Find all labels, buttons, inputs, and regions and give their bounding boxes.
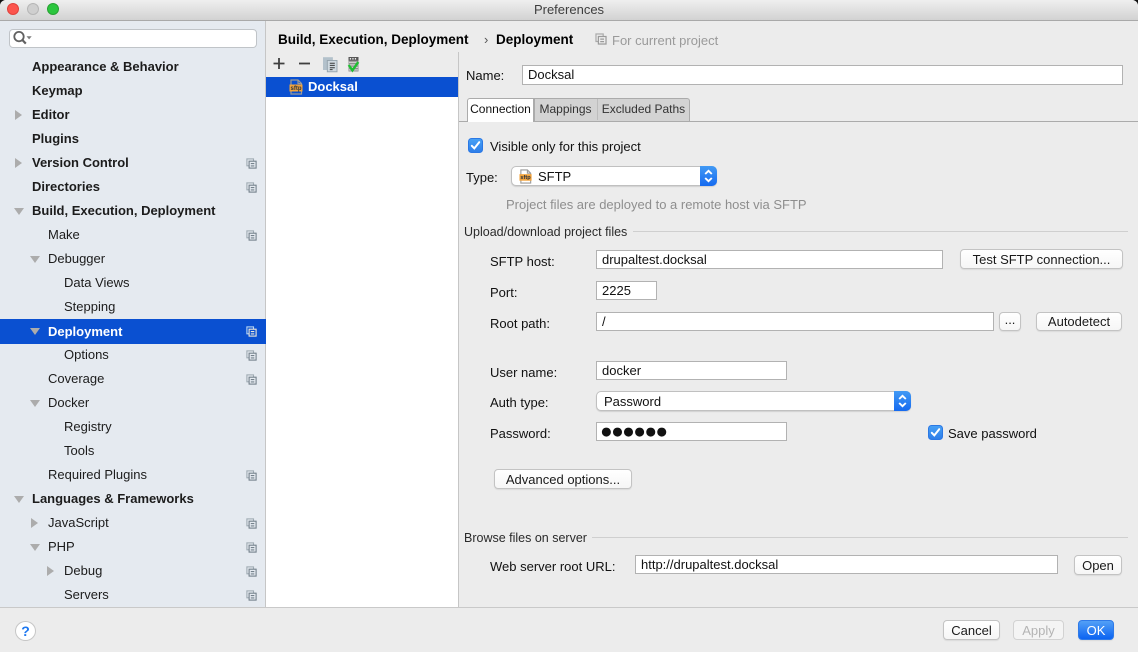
svg-text:sftp: sftp — [291, 86, 302, 92]
svg-text:sftp: sftp — [520, 175, 531, 181]
